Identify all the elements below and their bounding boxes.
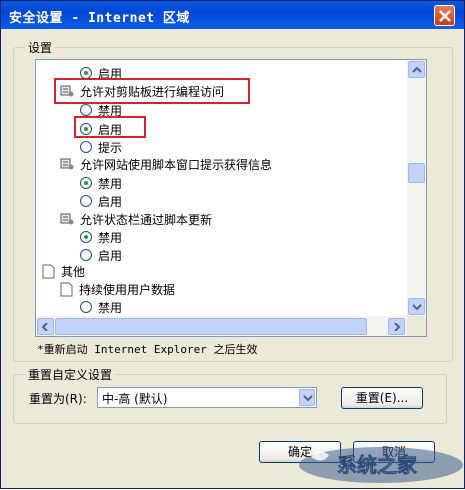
vertical-scrollbar[interactable] [407,60,426,316]
arrow-right-icon [394,323,401,331]
item-label: 允许状态栏通过脚本更新 [80,212,213,227]
arrow-left-icon [41,323,48,331]
radio-option[interactable]: 禁用 [80,228,122,246]
item-label: 禁用 [98,230,123,245]
scrollbar-corner [407,316,426,336]
radio-option[interactable]: 提示 [80,138,122,156]
reset-level-dropdown-button[interactable] [299,389,315,406]
radio-button-icon[interactable] [80,195,92,207]
close-button[interactable] [434,5,455,26]
reset-level-value: 中-高 (默认) [102,392,168,406]
system-home-logo: 系统之家 [299,447,463,483]
title-bar[interactable]: 安全设置 - Internet 区域 [1,1,464,29]
radio-button-icon[interactable] [80,231,92,243]
close-icon [439,10,451,22]
category-item: 其他 [42,262,85,280]
category-item: 持续使用用户数据 [60,280,175,298]
item-label: 持续使用用户数据 [79,282,176,297]
item-label: 其他 [61,264,86,279]
setting-item: 允许网站使用脚本窗口提示获得信息 [60,155,272,173]
setting-item: 允许状态栏通过脚本更新 [60,210,212,228]
radio-option[interactable]: 启用 [80,246,122,264]
security-settings-dialog: 安全设置 - Internet 区域 设置 启用 允许对剪贴板进行编程访问 禁用 启用… [0,0,465,489]
scroll-left-button[interactable] [37,318,54,335]
scroll-right-button[interactable] [388,318,405,335]
settings-group-label: 设置 [25,39,56,56]
reset-to-label: 重置为(R): [29,392,87,406]
vertical-scroll-thumb[interactable] [408,163,425,183]
arrow-down-icon [412,304,422,311]
reset-button[interactable]: 重置(E)... [341,387,423,409]
chevron-down-icon [303,395,313,402]
svg-text:系统之家: 系统之家 [337,453,418,477]
arrow-up-icon [412,66,422,73]
setting-icon [60,158,74,170]
reset-level-select[interactable]: 中-高 (默认) [97,387,317,408]
highlight-box-option [74,116,146,138]
radio-option[interactable]: 禁用 [80,174,122,192]
item-label: 提示 [98,140,123,155]
item-label: 允许网站使用脚本窗口提示获得信息 [80,157,273,172]
restart-note: *重新启动 Internet Explorer 之后生效 [37,343,258,356]
item-label: 启用 [98,194,123,209]
dialog-title: 安全设置 - Internet 区域 [9,11,190,26]
watermark-logo: 系统之家 [297,437,465,487]
radio-button-icon[interactable] [80,249,92,261]
horizontal-scroll-thumb[interactable] [55,318,367,335]
item-label: 禁用 [98,300,123,315]
radio-button-icon[interactable] [80,141,92,153]
item-label: 禁用 [98,176,123,191]
radio-button-icon[interactable] [80,177,92,189]
highlight-box-setting [54,78,250,104]
setting-icon [60,213,74,225]
document-icon [60,282,73,296]
item-label: 启用 [98,248,123,263]
horizontal-scrollbar[interactable] [36,316,407,336]
scroll-up-button[interactable] [408,61,425,78]
radio-button-icon[interactable] [80,301,92,313]
reset-group-label: 重置自定义设置 [25,366,116,383]
document-icon [42,264,55,278]
radio-button-icon[interactable] [80,104,92,116]
scroll-down-button[interactable] [408,298,425,315]
radio-option[interactable]: 启用 [80,192,122,210]
radio-option[interactable]: 禁用 [80,298,122,316]
